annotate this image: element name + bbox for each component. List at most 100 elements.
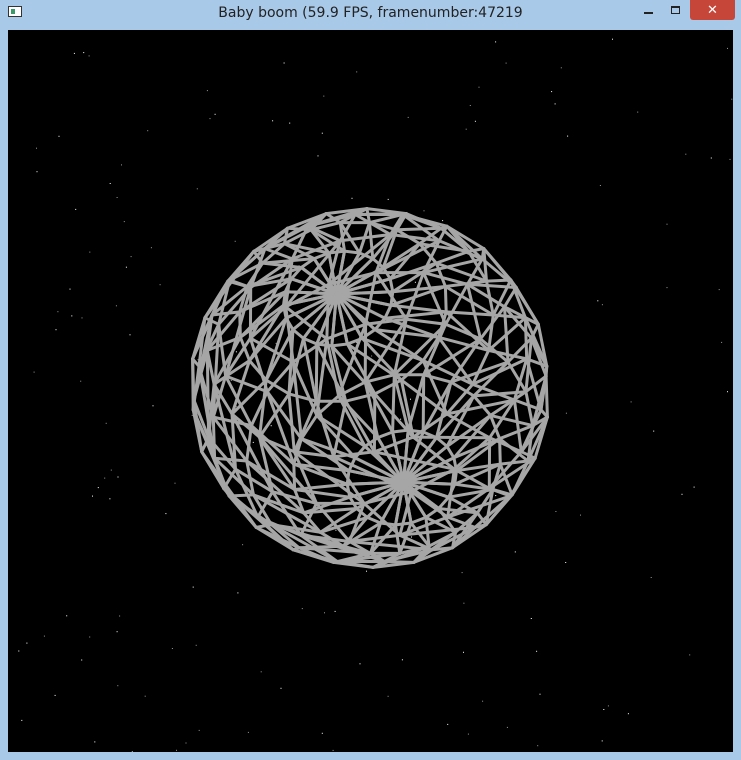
mesh-edge	[291, 328, 305, 340]
star	[57, 311, 59, 313]
star	[729, 158, 731, 160]
app-window: Baby boom (59.9 FPS, framenumber:47219 ✕	[0, 0, 741, 760]
star	[469, 105, 471, 106]
star	[174, 482, 176, 484]
mesh-edge	[383, 310, 448, 320]
star	[731, 98, 733, 100]
star	[467, 733, 469, 735]
minimize-button[interactable]	[635, 0, 662, 20]
star	[335, 529, 337, 531]
mesh-edge	[434, 249, 471, 265]
close-button[interactable]: ✕	[690, 0, 735, 20]
star	[214, 113, 216, 115]
star	[109, 183, 111, 184]
star	[73, 52, 75, 54]
star	[565, 562, 567, 563]
star	[131, 751, 133, 752]
star	[317, 155, 319, 157]
star	[482, 700, 484, 702]
star	[401, 659, 403, 661]
star	[209, 118, 211, 120]
mesh-edge	[421, 373, 426, 434]
title-bar[interactable]: Baby boom (59.9 FPS, framenumber:47219 ✕	[0, 0, 741, 28]
mesh-edge	[435, 436, 449, 448]
star	[607, 705, 609, 707]
star	[653, 430, 655, 432]
star	[150, 247, 152, 249]
star	[144, 695, 146, 697]
maximize-button[interactable]	[662, 0, 689, 20]
star	[727, 47, 728, 49]
star	[637, 111, 639, 113]
star	[26, 642, 28, 644]
star	[301, 608, 303, 610]
star	[81, 659, 83, 661]
star	[407, 116, 409, 118]
mesh-edge	[422, 271, 469, 286]
star	[81, 317, 83, 319]
star	[104, 477, 106, 479]
star	[599, 185, 601, 186]
mesh-edge	[524, 390, 535, 428]
star	[442, 220, 444, 222]
star	[334, 610, 336, 612]
star	[612, 38, 613, 40]
star	[116, 197, 118, 198]
star	[411, 536, 412, 538]
star	[18, 650, 20, 652]
star	[176, 749, 177, 751]
star	[514, 551, 516, 553]
star	[387, 198, 389, 200]
star	[89, 636, 91, 638]
star	[414, 281, 416, 283]
star	[115, 305, 117, 307]
render-viewport[interactable]	[8, 30, 733, 752]
star	[505, 62, 507, 64]
star	[650, 577, 652, 578]
star	[117, 685, 119, 687]
mesh-edge	[293, 488, 352, 499]
star	[554, 103, 556, 105]
star	[191, 414, 193, 416]
star	[603, 709, 605, 710]
maximize-icon	[671, 6, 680, 14]
mesh-edge	[512, 398, 523, 454]
star	[324, 612, 325, 614]
window-title: Baby boom (59.9 FPS, framenumber:47219	[218, 5, 523, 21]
star	[495, 41, 497, 43]
star	[283, 62, 285, 64]
mesh-edge	[523, 316, 529, 361]
star	[463, 651, 464, 653]
star	[195, 644, 197, 646]
star	[80, 380, 82, 382]
star	[206, 90, 208, 92]
star	[465, 128, 467, 130]
star	[75, 208, 77, 210]
mesh-edge	[443, 285, 448, 314]
star	[565, 412, 567, 414]
star	[463, 602, 465, 604]
star	[119, 615, 121, 617]
star	[321, 132, 323, 134]
star	[601, 304, 603, 306]
star	[447, 723, 449, 725]
star	[567, 135, 569, 137]
star	[71, 315, 73, 317]
mesh-edge	[395, 226, 443, 232]
star	[196, 188, 198, 190]
mesh-edge	[485, 278, 513, 283]
star	[171, 648, 173, 649]
star	[147, 130, 149, 132]
star	[666, 223, 668, 225]
star	[83, 52, 85, 54]
mesh-edge	[411, 435, 492, 440]
star	[495, 495, 497, 497]
star	[685, 153, 687, 155]
star	[478, 86, 480, 88]
star	[280, 687, 282, 689]
star	[230, 380, 232, 381]
star	[94, 741, 96, 743]
mesh-edge	[287, 392, 318, 403]
star	[551, 91, 553, 93]
star	[400, 418, 402, 420]
